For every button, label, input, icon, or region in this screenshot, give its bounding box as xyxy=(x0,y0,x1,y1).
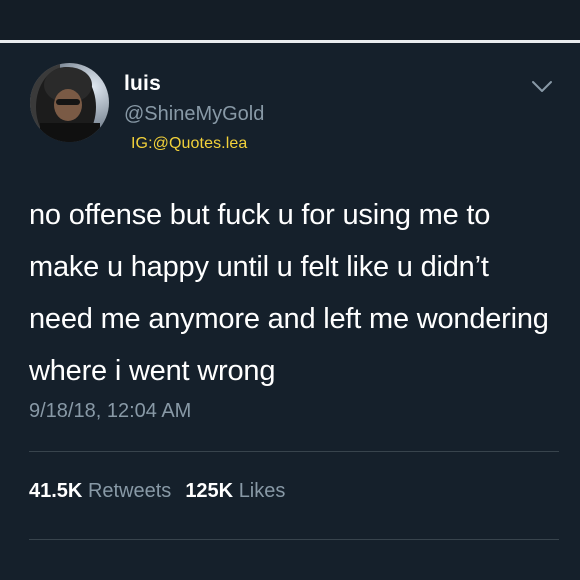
user-handle[interactable]: @ShineMyGold xyxy=(124,103,264,126)
retweets-label: Retweets xyxy=(87,480,172,502)
stats-divider-top xyxy=(29,451,559,452)
display-name[interactable]: luis xyxy=(124,72,161,96)
tweet-stats: 41.5K Retweets 125K Likes xyxy=(29,480,285,503)
stats-divider-bottom xyxy=(29,539,559,540)
likes-link[interactable]: 125K Likes xyxy=(185,480,285,502)
instagram-tag: IG:@Quotes.lea xyxy=(131,135,248,152)
tweet-timestamp[interactable]: 9/18/18, 12:04 AM xyxy=(29,400,191,423)
avatar-photo-icon xyxy=(30,63,109,142)
avatar[interactable] xyxy=(30,63,109,142)
likes-count: 125K xyxy=(185,480,234,502)
retweets-count: 41.5K xyxy=(29,480,83,502)
tweet-text: no offense but fuck u for using me to ma… xyxy=(29,199,549,387)
retweets-link[interactable]: 41.5K Retweets xyxy=(29,480,171,502)
likes-label: Likes xyxy=(238,480,286,502)
chevron-down-icon[interactable] xyxy=(530,79,554,95)
tweet-card: luis @ShineMyGold IG:@Quotes.lea no offe… xyxy=(0,43,580,580)
